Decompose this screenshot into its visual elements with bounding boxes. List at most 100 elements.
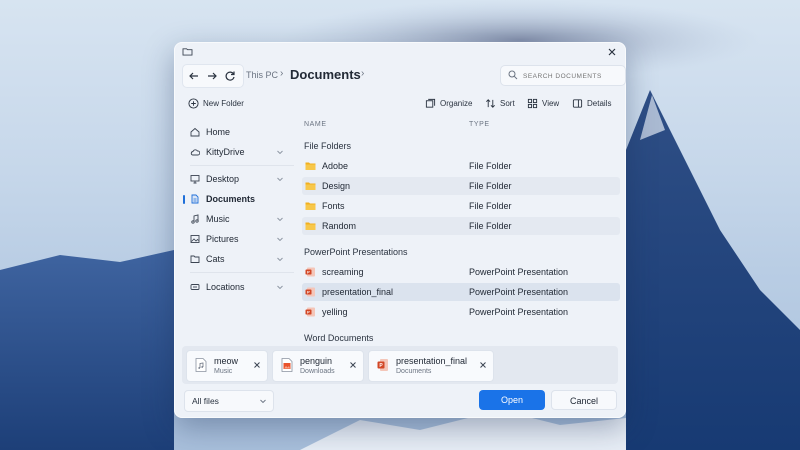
powerpoint-icon: P xyxy=(305,307,315,317)
chip-file-name: meow xyxy=(214,356,239,366)
column-header-type[interactable]: TYPE xyxy=(469,121,490,128)
chevron-down-icon[interactable] xyxy=(276,283,284,291)
svg-text:P: P xyxy=(307,310,310,315)
group-header-powerpoint[interactable]: PowerPoint Presentations xyxy=(304,247,408,257)
list-item[interactable]: Adobe File Folder xyxy=(302,157,620,175)
file-name: screaming xyxy=(322,267,364,277)
organize-button[interactable]: Organize xyxy=(425,95,472,111)
details-pane-icon xyxy=(572,98,583,108)
sort-button[interactable]: Sort xyxy=(485,95,515,111)
selected-file-chip[interactable]: P presentation_final Documents xyxy=(368,350,494,382)
arrow-left-icon[interactable] xyxy=(186,68,202,84)
selected-file-chip[interactable]: penguin Downloads xyxy=(272,350,364,382)
file-type: PowerPoint Presentation xyxy=(469,267,569,277)
view-label: View xyxy=(542,98,560,108)
sidebar-item-cats[interactable]: Cats xyxy=(182,250,290,268)
folder-icon xyxy=(182,48,193,56)
picture-icon xyxy=(190,235,200,243)
file-name: Adobe xyxy=(322,161,349,171)
folder-icon xyxy=(190,255,200,263)
close-icon[interactable] xyxy=(253,361,261,369)
open-button[interactable]: Open xyxy=(479,390,545,410)
active-indicator xyxy=(183,195,185,204)
details-button[interactable]: Details xyxy=(572,95,611,111)
image-file-icon xyxy=(281,358,293,372)
music-icon xyxy=(191,214,199,224)
sidebar-item-label: KittyDrive xyxy=(206,147,245,157)
chevron-down-icon[interactable] xyxy=(276,215,284,223)
file-type-filter[interactable]: All files xyxy=(184,390,274,412)
close-icon[interactable] xyxy=(349,361,357,369)
file-list: NAME TYPE File Folders Adobe File Folder… xyxy=(302,118,620,344)
chip-file-location: Documents xyxy=(396,368,432,375)
sidebar-item-label: Pictures xyxy=(206,234,239,244)
location-icon xyxy=(190,284,200,290)
sidebar-item-locations[interactable]: Locations xyxy=(182,278,290,296)
folder-icon xyxy=(305,162,316,170)
sidebar-item-music[interactable]: Music xyxy=(182,210,290,228)
sort-label: Sort xyxy=(500,98,515,108)
svg-text:P: P xyxy=(307,270,310,275)
selected-file-chip[interactable]: meow Music xyxy=(186,350,268,382)
powerpoint-icon: P xyxy=(377,359,388,371)
chevron-right-icon[interactable]: › xyxy=(361,68,364,79)
folder-icon xyxy=(305,182,316,190)
chip-file-location: Music xyxy=(214,368,233,375)
new-folder-button[interactable]: New Folder xyxy=(188,95,244,111)
close-icon[interactable] xyxy=(606,46,618,58)
sidebar-item-label: Home xyxy=(206,127,231,137)
details-label: Details xyxy=(587,98,612,108)
sidebar-item-home[interactable]: Home xyxy=(182,123,290,141)
refresh-icon[interactable] xyxy=(222,68,238,84)
cloud-icon xyxy=(190,149,200,156)
file-name: yelling xyxy=(322,307,348,317)
svg-text:P: P xyxy=(307,290,310,295)
list-item[interactable]: P yelling PowerPoint Presentation xyxy=(302,303,620,321)
chevron-down-icon[interactable] xyxy=(276,148,284,156)
document-icon xyxy=(191,194,199,204)
filter-value: All files xyxy=(192,396,219,406)
chip-file-name: presentation_final xyxy=(396,356,468,366)
file-type: PowerPoint Presentation xyxy=(469,307,569,317)
list-item[interactable]: Random File Folder xyxy=(302,217,620,235)
close-icon[interactable] xyxy=(479,361,487,369)
list-item-selected[interactable]: P presentation_final PowerPoint Presenta… xyxy=(302,283,620,301)
powerpoint-icon: P xyxy=(305,287,315,297)
breadcrumb-this-pc[interactable]: This PC xyxy=(246,70,278,80)
folder-icon xyxy=(305,202,316,210)
sidebar-item-desktop[interactable]: Desktop xyxy=(182,170,290,188)
arrow-right-icon[interactable] xyxy=(204,68,220,84)
sidebar-divider xyxy=(190,165,294,166)
search-input[interactable] xyxy=(521,67,623,85)
breadcrumb-current[interactable]: Documents xyxy=(290,67,361,82)
desktop-icon xyxy=(190,175,200,184)
organize-label: Organize xyxy=(440,98,473,108)
sidebar-item-label: Documents xyxy=(206,194,256,204)
group-header-folders[interactable]: File Folders xyxy=(304,141,351,151)
list-item[interactable]: P screaming PowerPoint Presentation xyxy=(302,263,620,281)
list-item[interactable]: Design File Folder xyxy=(302,177,620,195)
chevron-right-icon: › xyxy=(280,68,284,79)
sidebar-item-label: Locations xyxy=(206,282,245,292)
home-icon xyxy=(190,127,200,137)
file-type: File Folder xyxy=(469,181,512,191)
view-button[interactable]: View xyxy=(527,95,559,111)
chip-file-name: penguin xyxy=(300,356,333,366)
file-type: File Folder xyxy=(469,161,512,171)
list-item[interactable]: Fonts File Folder xyxy=(302,197,620,215)
chevron-down-icon[interactable] xyxy=(276,255,284,263)
sidebar-item-pictures[interactable]: Pictures xyxy=(182,230,290,248)
column-header-name[interactable]: NAME xyxy=(304,121,327,128)
sidebar-item-documents[interactable]: Documents xyxy=(182,190,290,208)
sidebar-item-kittydrive[interactable]: KittyDrive xyxy=(182,143,290,161)
search-box[interactable] xyxy=(500,65,626,86)
chevron-down-icon xyxy=(260,399,266,404)
file-name: Random xyxy=(322,221,357,231)
chevron-down-icon[interactable] xyxy=(276,235,284,243)
chevron-down-icon[interactable] xyxy=(276,175,284,183)
cancel-button[interactable]: Cancel xyxy=(551,390,617,410)
chip-file-location: Downloads xyxy=(300,368,335,375)
file-name: presentation_final xyxy=(322,287,394,297)
title-bar xyxy=(174,42,626,62)
group-header-word[interactable]: Word Documents xyxy=(304,333,373,343)
